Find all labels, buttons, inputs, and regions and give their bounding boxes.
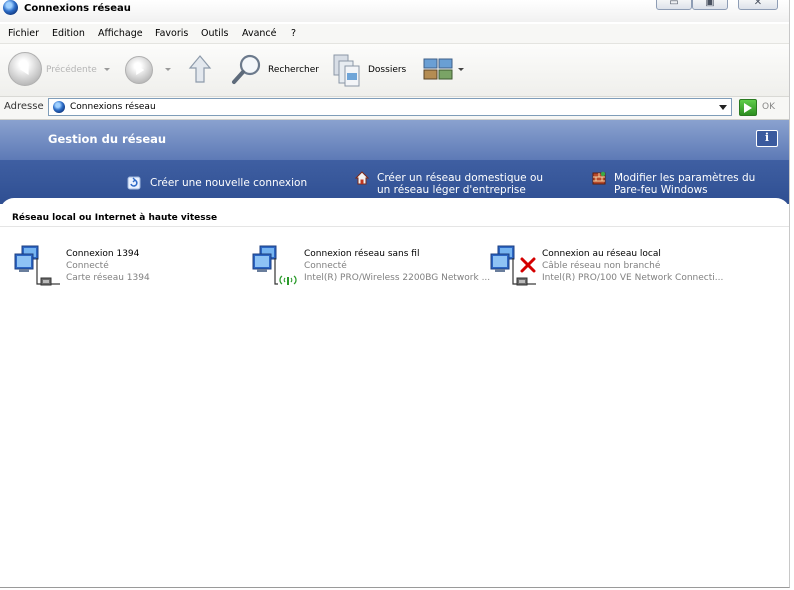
connection-device: Intel(R) PRO/100 VE Network Connecti... — [542, 273, 724, 283]
back-button-label[interactable]: Précédente — [46, 65, 97, 75]
views-icon[interactable] — [423, 58, 455, 82]
task-home-network-line2[interactable]: un réseau léger d'entreprise — [377, 184, 526, 196]
connection-status: Connecté — [304, 261, 347, 271]
close-button[interactable]: ✕ — [738, 0, 778, 10]
minimize-icon: ▭ — [669, 0, 679, 8]
menu-item-outils[interactable]: Outils — [201, 28, 228, 39]
network-tasks-title: Gestion du réseau — [48, 132, 167, 146]
network-globe-icon — [3, 0, 18, 15]
task-firewall-line2[interactable]: Pare-feu Windows — [614, 184, 708, 196]
menu-item-affichage[interactable]: Affichage — [98, 28, 143, 39]
wireless-connection-icon — [252, 245, 297, 285]
close-icon: ✕ — [753, 0, 763, 8]
menu-bar: Fichier Edition Affichage Favoris Outils… — [0, 24, 789, 44]
go-button-label[interactable]: OK — [762, 102, 775, 112]
back-dropdown-icon[interactable] — [104, 68, 110, 71]
connection-name: Connexion réseau sans fil — [304, 249, 420, 259]
folders-icon[interactable] — [330, 52, 362, 88]
address-dropdown-icon[interactable] — [716, 100, 730, 114]
connection-local[interactable]: Connexion au réseau local Câble réseau n… — [488, 244, 724, 290]
explorer-window: Connexions réseau ▭ ▣ ✕ Fichier Edition … — [0, 0, 790, 588]
title-bar[interactable]: Connexions réseau ▭ ▣ ✕ — [0, 0, 789, 22]
firewall-icon[interactable] — [592, 171, 606, 185]
address-input[interactable]: Connexions réseau — [48, 98, 732, 116]
task-new-connection[interactable]: Créer une nouvelle connexion — [150, 177, 307, 189]
address-label: Adresse — [4, 101, 44, 112]
connection-1394[interactable]: Connexion 1394 Connecté Carte réseau 139… — [12, 244, 248, 290]
views-dropdown-icon[interactable] — [458, 68, 464, 71]
connection-status: Câble réseau non branché — [542, 261, 661, 271]
address-value[interactable]: Connexions réseau — [70, 102, 156, 112]
connection-name: Connexion au réseau local — [542, 249, 661, 259]
back-arrow-icon[interactable] — [8, 52, 42, 86]
toolbar: Précédente Rechercher Dossiers — [0, 44, 789, 97]
menu-item-avance[interactable]: Avancé — [242, 28, 276, 39]
task-firewall[interactable]: Modifier les paramètres du Pare-feu Wind… — [614, 172, 755, 196]
connection-name: Connexion 1394 — [66, 249, 140, 259]
menu-item-edition[interactable]: Edition — [52, 28, 85, 39]
connection-device: Intel(R) PRO/Wireless 2200BG Network ... — [304, 273, 491, 283]
search-button-label[interactable]: Rechercher — [268, 65, 319, 75]
network-globe-icon — [53, 101, 65, 113]
forward-dropdown-icon[interactable] — [165, 68, 171, 71]
maximize-button[interactable]: ▣ — [692, 0, 728, 10]
network-connection-icon — [14, 245, 60, 286]
connection-status: Connecté — [66, 261, 109, 271]
connection-wireless[interactable]: Connexion réseau sans fil Connecté Intel… — [250, 244, 490, 290]
task-firewall-line1[interactable]: Modifier les paramètres du — [614, 172, 755, 184]
go-arrow-icon[interactable] — [739, 99, 757, 116]
disconnected-network-icon — [490, 245, 536, 286]
new-connection-icon[interactable] — [127, 176, 141, 190]
task-home-network-line1[interactable]: Créer un réseau domestique ou — [377, 172, 543, 184]
address-bar: Adresse Connexions réseau OK — [0, 97, 789, 120]
info-icon: i — [764, 131, 770, 144]
folders-button-label[interactable]: Dossiers — [368, 65, 406, 75]
network-tasks-panel: Gestion du réseau i Créer une nouvelle c… — [0, 120, 789, 204]
maximize-icon: ▣ — [705, 0, 715, 8]
minimize-button[interactable]: ▭ — [656, 0, 692, 10]
home-network-icon[interactable] — [355, 171, 369, 185]
window-title: Connexions réseau — [24, 3, 131, 14]
menu-item-favoris[interactable]: Favoris — [155, 28, 188, 39]
forward-arrow-icon[interactable] — [125, 56, 153, 84]
up-folder-icon[interactable] — [187, 54, 213, 84]
content-area-top — [0, 198, 789, 212]
info-button[interactable]: i — [756, 130, 778, 147]
search-icon[interactable] — [230, 52, 264, 86]
connection-device: Carte réseau 1394 — [66, 273, 150, 283]
group-divider — [0, 226, 789, 227]
group-title: Réseau local ou Internet à haute vitesse — [12, 213, 218, 223]
menu-item-help[interactable]: ? — [291, 28, 296, 39]
task-home-network[interactable]: Créer un réseau domestique ou un réseau … — [377, 172, 543, 196]
menu-item-fichier[interactable]: Fichier — [8, 28, 39, 39]
